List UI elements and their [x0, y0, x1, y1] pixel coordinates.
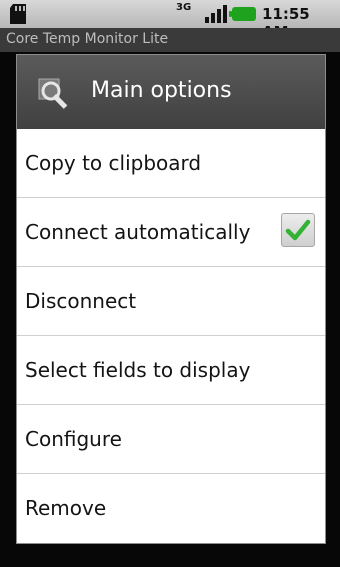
menu-item-connect-automatically[interactable]: Connect automatically: [17, 198, 325, 267]
dialog-header: Main options: [17, 55, 325, 129]
dialog-title: Main options: [91, 78, 232, 103]
options-menu: Copy to clipboard Connect automatically …: [17, 129, 325, 542]
menu-item-label: Select fields to display: [25, 358, 251, 382]
checkmark-icon: [285, 219, 311, 241]
menu-item-disconnect[interactable]: Disconnect: [17, 267, 325, 336]
menu-item-configure[interactable]: Configure: [17, 405, 325, 474]
menu-item-label: Connect automatically: [25, 220, 251, 244]
menu-item-remove[interactable]: Remove: [17, 474, 325, 542]
sd-card-icon: [10, 4, 26, 24]
menu-item-label: Copy to clipboard: [25, 151, 202, 175]
status-bar: 3G 11:55 AM: [0, 0, 340, 41]
menu-item-label: Disconnect: [25, 289, 137, 313]
app-title-bar: Core Temp Monitor Lite: [0, 28, 340, 52]
signal-icon: [205, 5, 227, 23]
network-3g-icon: 3G: [176, 2, 192, 13]
menu-item-label: Remove: [25, 496, 107, 520]
menu-item-copy-to-clipboard[interactable]: Copy to clipboard: [17, 129, 325, 198]
battery-icon: [229, 7, 256, 21]
options-dialog: Main options Copy to clipboard Connect a…: [16, 54, 326, 544]
app-title: Core Temp Monitor Lite: [6, 31, 169, 47]
tools-icon: [38, 78, 68, 109]
connect-automatically-checkbox[interactable]: [281, 213, 315, 247]
menu-item-select-fields[interactable]: Select fields to display: [17, 336, 325, 405]
menu-item-label: Configure: [25, 427, 122, 451]
